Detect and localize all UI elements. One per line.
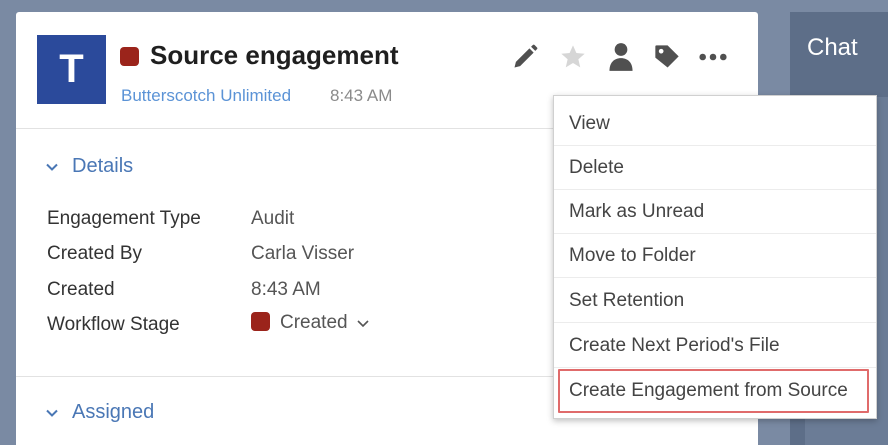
- detail-value: Carla Visser: [251, 243, 355, 264]
- client-link[interactable]: Butterscotch Unlimited: [121, 86, 291, 106]
- more-icon[interactable]: [698, 42, 728, 72]
- more-options-menu: View Delete Mark as Unread Move to Folde…: [553, 95, 877, 419]
- chevron-down-icon: [357, 320, 369, 328]
- menu-item-mark-unread[interactable]: Mark as Unread: [554, 190, 876, 234]
- person-icon[interactable]: [606, 42, 636, 72]
- detail-label: Created: [47, 279, 115, 300]
- assigned-section-toggle[interactable]: Assigned: [46, 401, 154, 424]
- details-section-toggle[interactable]: Details: [46, 155, 133, 178]
- workflow-stage-dropdown[interactable]: Created: [251, 312, 369, 334]
- menu-item-set-retention[interactable]: Set Retention: [554, 279, 876, 323]
- menu-item-delete[interactable]: Delete: [554, 146, 876, 190]
- details-header: Details: [72, 155, 134, 177]
- avatar: T: [37, 35, 106, 104]
- menu-item-move-folder[interactable]: Move to Folder: [554, 234, 876, 278]
- menu-item-create-engagement-from-source[interactable]: Create Engagement from Source: [558, 369, 869, 413]
- workflow-stage-value: Created: [280, 312, 348, 333]
- stage-color-icon: [251, 312, 270, 331]
- detail-value: Audit: [251, 208, 295, 229]
- color-tag: [120, 47, 139, 66]
- detail-label: Workflow Stage: [47, 314, 180, 335]
- assigned-header: Assigned: [72, 401, 155, 423]
- detail-value: 8:43 AM: [251, 279, 321, 300]
- star-icon[interactable]: [558, 42, 588, 72]
- menu-item-view[interactable]: View: [554, 102, 876, 146]
- menu-item-create-next-period[interactable]: Create Next Period's File: [554, 324, 876, 368]
- pencil-icon[interactable]: [510, 42, 540, 72]
- detail-label: Created By: [47, 243, 143, 264]
- page-title: Source engagement: [150, 40, 399, 70]
- tag-icon[interactable]: [652, 42, 682, 72]
- timestamp: 8:43 AM: [330, 86, 393, 105]
- detail-label: Engagement Type: [47, 208, 201, 229]
- chevron-down-icon: [46, 163, 58, 171]
- chat-title: Chat: [807, 34, 858, 61]
- chevron-down-icon: [46, 409, 58, 417]
